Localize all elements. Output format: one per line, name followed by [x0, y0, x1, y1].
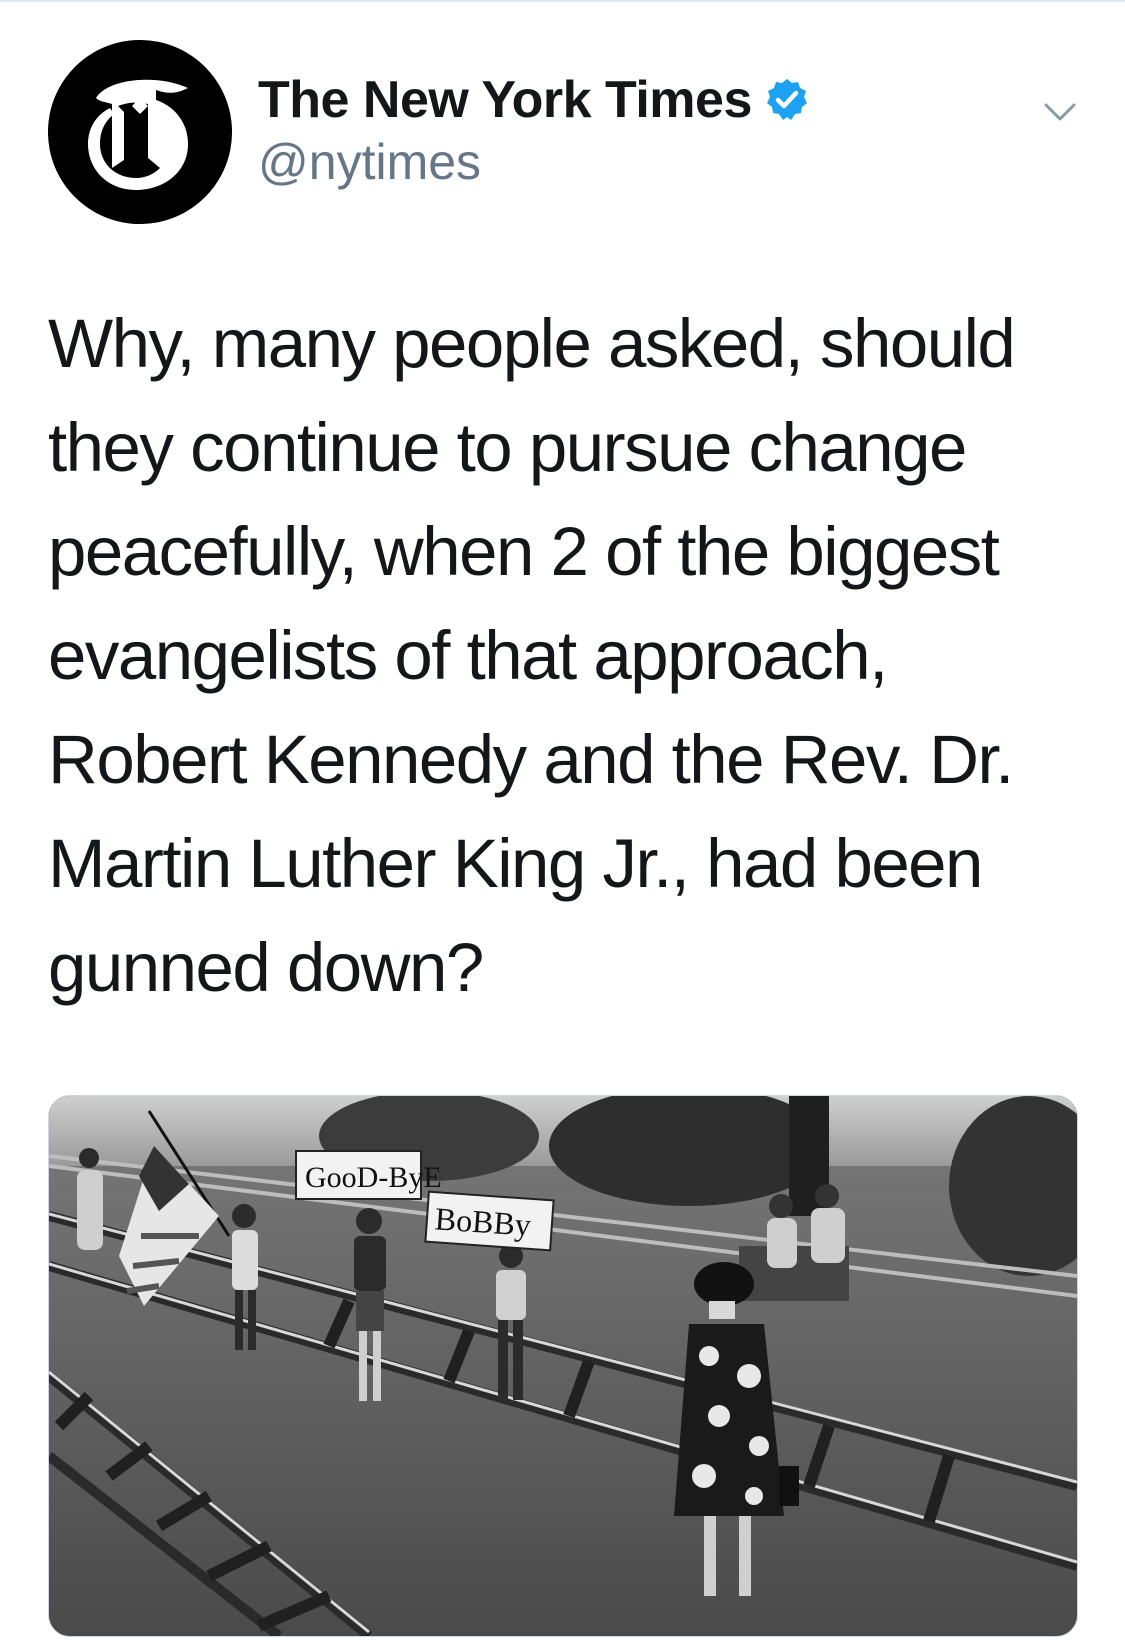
bobby-sign: BoBBy [424, 1190, 555, 1252]
tweet-photo[interactable]: GooD-ByE BoBBy [48, 1095, 1078, 1637]
tweet-header: The New York Times @nytimes [48, 40, 1078, 230]
avatar[interactable] [48, 40, 232, 224]
verified-badge-icon [764, 77, 810, 123]
top-divider [0, 0, 1125, 2]
railroad-photo-image: GooD-ByE BoBBy [49, 1096, 1077, 1636]
goodbye-sign-text: GooD-ByE [305, 1161, 442, 1194]
author-handle[interactable]: @nytimes [258, 132, 481, 192]
bobby-sign-text: BoBBy [434, 1200, 532, 1243]
nyt-t-logo-icon [48, 40, 232, 224]
tweet-text: Why, many people asked, should they cont… [48, 305, 1016, 1006]
goodbye-sign: GooD-ByE [295, 1150, 442, 1200]
author-display-name: The New York Times [258, 71, 752, 129]
chevron-down-icon[interactable] [1038, 90, 1082, 134]
author-name-row[interactable]: The New York Times [258, 70, 810, 130]
